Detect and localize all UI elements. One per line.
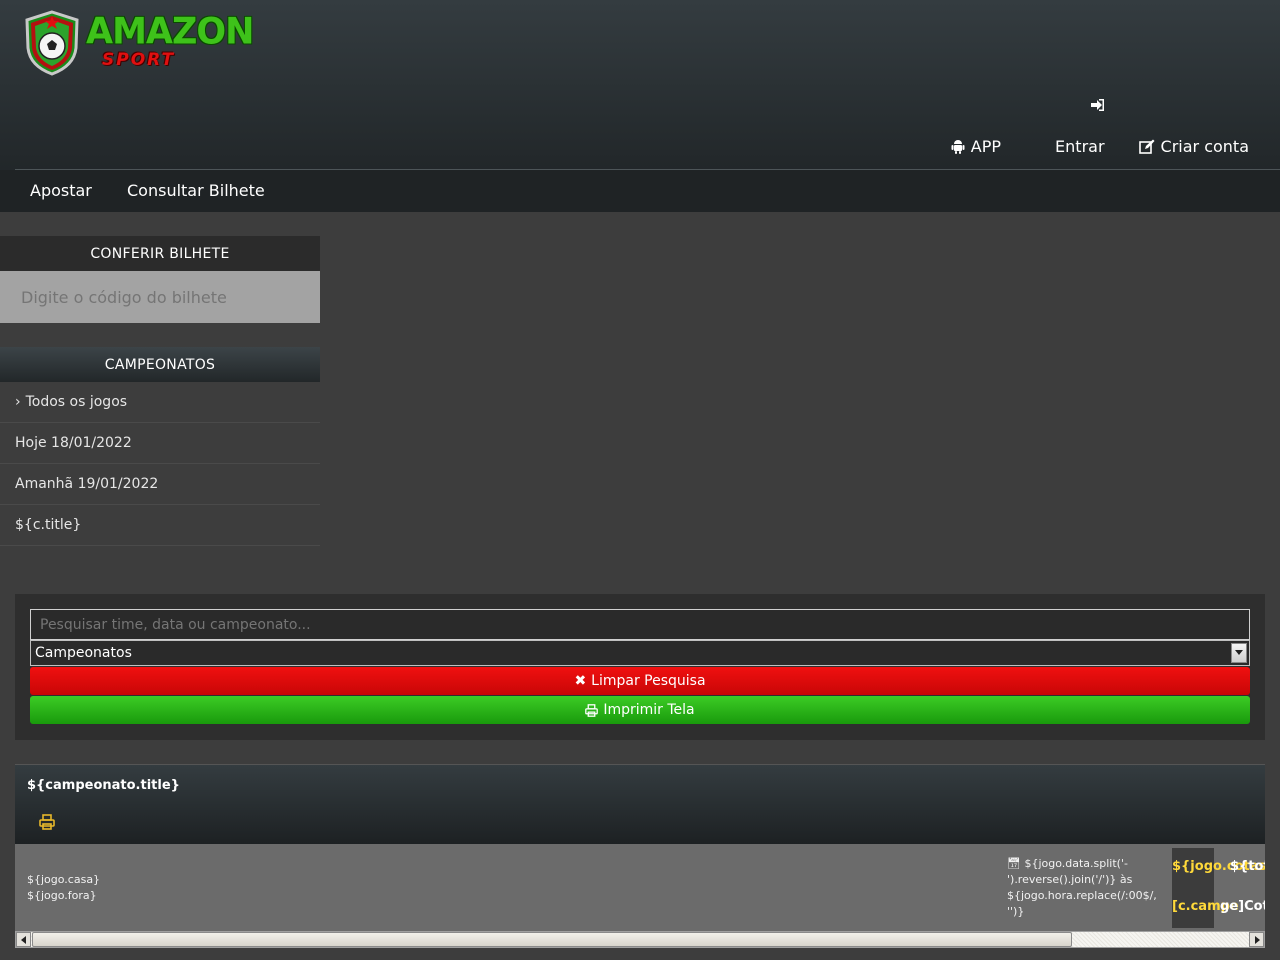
home-team: ${jogo.casa} <box>27 873 101 886</box>
amazon-sport-logo[interactable]: AMAZON SPORT <box>24 10 254 78</box>
championship-item-today[interactable]: Hoje 18/01/2022 <box>0 423 320 464</box>
championship-item-label: Amanhã 19/01/2022 <box>15 476 159 492</box>
results-table: ${campeonato.title} ${jogo.casa} ${jogo.… <box>15 764 1265 934</box>
championship-item-label: Hoje 18/01/2022 <box>15 435 132 451</box>
ticket-check-title: CONFERIR BILHETE <box>0 236 320 271</box>
away-team: ${jogo.fora} <box>27 889 97 902</box>
print-screen-label: Imprimir Tela <box>603 702 695 718</box>
nav-item-apostar[interactable]: Apostar <box>30 181 92 200</box>
login-link-label: Entrar <box>1055 137 1105 156</box>
edit-icon <box>1138 139 1155 154</box>
android-icon <box>951 139 965 154</box>
championship-item-template[interactable]: ${c.title} <box>0 505 320 546</box>
game-teams: ${jogo.casa} ${jogo.fora} <box>27 872 100 904</box>
sign-in-icon[interactable] <box>1090 97 1106 113</box>
horizontal-scrollbar[interactable] <box>15 931 1265 948</box>
app-link-label: APP <box>970 137 1002 156</box>
championship-header: ${campeonato.title} <box>15 764 1265 844</box>
scroll-right-button[interactable] <box>1249 932 1264 947</box>
championship-item-all[interactable]: › Todos os jogos <box>0 382 320 423</box>
login-link[interactable]: Entrar <box>1055 137 1104 156</box>
championship-item-label: Todos os jogos <box>25 394 128 410</box>
printer-icon[interactable] <box>39 814 55 830</box>
championship-item-label: ${c.title} <box>15 517 82 533</box>
close-icon: ✖ <box>574 673 587 689</box>
print-screen-button[interactable]: Imprimir Tela <box>30 696 1250 724</box>
printer-icon <box>585 703 599 717</box>
game-row: ${jogo.casa} ${jogo.fora} 📅︎ ${jogo.data… <box>15 844 1265 934</box>
scroll-left-button[interactable] <box>16 932 31 947</box>
search-panel: Campeonatos ✖ Limpar Pesquisa Imprimir T… <box>15 594 1265 740</box>
soccer-shield-icon <box>25 10 79 76</box>
clear-search-button[interactable]: ✖ Limpar Pesquisa <box>30 667 1250 695</box>
calendar-icon: 📅︎ <box>1007 857 1025 870</box>
search-input[interactable] <box>30 609 1250 640</box>
championship-select[interactable]: Campeonatos <box>30 640 1250 666</box>
main-nav: Apostar Consultar Bilhete <box>0 170 1280 212</box>
app-link[interactable]: APP <box>951 137 1001 156</box>
logo-word-sport: SPORT <box>102 50 176 70</box>
register-link-label: Criar conta <box>1160 137 1249 156</box>
top-links: APP Entrar Criar conta <box>951 137 1249 156</box>
championships-title: CAMPEONATOS <box>0 347 320 382</box>
site-header: AMAZON SPORT APP Entrar Criar conta Apos… <box>0 0 1280 212</box>
odd-total: ${tota <box>1230 859 1265 874</box>
logo-word-amazon: AMAZON <box>86 11 254 53</box>
game-date-text: ${jogo.data.split('-').reverse().join('/… <box>1007 857 1157 918</box>
clear-search-label: Limpar Pesquisa <box>591 673 706 689</box>
ticket-code-input[interactable] <box>0 271 320 323</box>
chevron-right-icon: › <box>15 394 21 410</box>
championship-select-value: Campeonatos <box>35 645 132 661</box>
game-date: 📅︎ ${jogo.data.split('-').reverse().join… <box>1007 856 1165 920</box>
chevron-down-icon[interactable] <box>1231 643 1247 663</box>
championships-list: › Todos os jogos Hoje 18/01/2022 Amanhã … <box>0 382 320 546</box>
odd-quota: ge]Cota <box>1220 899 1265 914</box>
scrollbar-thumb[interactable] <box>32 932 1072 947</box>
championship-title: ${campeonato.title} <box>27 778 180 793</box>
nav-item-consultar-bilhete[interactable]: Consultar Bilhete <box>127 181 265 200</box>
register-link[interactable]: Criar conta <box>1138 137 1249 156</box>
championship-item-tomorrow[interactable]: Amanhã 19/01/2022 <box>0 464 320 505</box>
